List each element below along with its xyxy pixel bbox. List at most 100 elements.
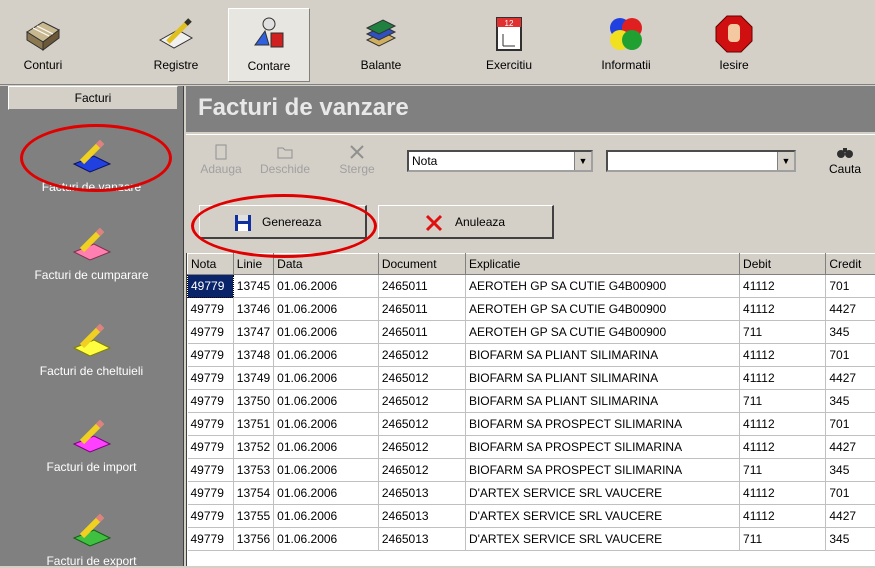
table-cell-credit[interactable]: 701 — [826, 344, 875, 367]
table-cell-document[interactable]: 2465011 — [378, 275, 465, 298]
table-row[interactable]: 497791375501.06.20062465013D'ARTEX SERVI… — [188, 505, 875, 528]
table-row[interactable]: 497791375401.06.20062465013D'ARTEX SERVI… — [188, 482, 875, 505]
toolbar-exercitiu[interactable]: 12 Exercitiu — [468, 8, 550, 80]
toolbar-balante[interactable]: Balante — [345, 8, 417, 80]
table-cell-document[interactable]: 2465012 — [378, 436, 465, 459]
column-header-data[interactable]: Data — [274, 254, 379, 275]
table-cell-nota[interactable]: 49779 — [188, 528, 234, 551]
table-cell-credit[interactable]: 701 — [826, 413, 875, 436]
table-cell-data[interactable]: 01.06.2006 — [274, 321, 379, 344]
table-row[interactable]: 497791375601.06.20062465013D'ARTEX SERVI… — [188, 528, 875, 551]
sidebar-item-facturi-cumparare[interactable]: Facturi de cumparare — [0, 222, 183, 282]
table-cell-nota[interactable]: 49779 — [188, 482, 234, 505]
search-button[interactable]: Cauta — [818, 138, 872, 176]
generate-button[interactable]: Genereaza — [199, 205, 367, 239]
table-cell-debit[interactable]: 41112 — [740, 482, 826, 505]
table-row[interactable]: 497791374501.06.20062465011AEROTEH GP SA… — [188, 275, 875, 298]
table-cell-nota[interactable]: 49779 — [188, 344, 234, 367]
table-cell-document[interactable]: 2465013 — [378, 528, 465, 551]
table-cell-nota[interactable]: 49779 — [188, 413, 234, 436]
table-cell-debit[interactable]: 711 — [740, 321, 826, 344]
table-cell-credit[interactable]: 701 — [826, 482, 875, 505]
cancel-button[interactable]: Anuleaza — [378, 205, 554, 239]
table-cell-explicatie[interactable]: BIOFARM SA PROSPECT SILIMARINA — [465, 413, 739, 436]
table-cell-linie[interactable]: 13749 — [233, 367, 273, 390]
table-cell-explicatie[interactable]: BIOFARM SA PROSPECT SILIMARINA — [465, 436, 739, 459]
sidebar-item-facturi-cheltuieli[interactable]: Facturi de cheltuieli — [0, 318, 183, 378]
table-cell-document[interactable]: 2465013 — [378, 482, 465, 505]
table-cell-linie[interactable]: 13745 — [233, 275, 273, 298]
open-button[interactable]: Deschide — [254, 138, 316, 176]
table-cell-explicatie[interactable]: BIOFARM SA PLIANT SILIMARINA — [465, 390, 739, 413]
column-header-linie[interactable]: Linie — [233, 254, 273, 275]
table-cell-credit[interactable]: 701 — [826, 275, 875, 298]
table-row[interactable]: 497791374901.06.20062465012BIOFARM SA PL… — [188, 367, 875, 390]
table-cell-debit[interactable]: 41112 — [740, 505, 826, 528]
chevron-down-icon[interactable]: ▼ — [574, 152, 591, 170]
table-cell-linie[interactable]: 13747 — [233, 321, 273, 344]
table-row[interactable]: 497791375101.06.20062465012BIOFARM SA PR… — [188, 413, 875, 436]
table-cell-credit[interactable]: 345 — [826, 528, 875, 551]
table-cell-data[interactable]: 01.06.2006 — [274, 344, 379, 367]
table-row[interactable]: 497791375201.06.20062465012BIOFARM SA PR… — [188, 436, 875, 459]
table-cell-data[interactable]: 01.06.2006 — [274, 482, 379, 505]
table-cell-linie[interactable]: 13748 — [233, 344, 273, 367]
toolbar-conturi[interactable]: Conturi — [8, 8, 78, 80]
table-cell-nota[interactable]: 49779 — [188, 505, 234, 528]
table-cell-document[interactable]: 2465011 — [378, 298, 465, 321]
table-cell-debit[interactable]: 41112 — [740, 275, 826, 298]
table-cell-explicatie[interactable]: D'ARTEX SERVICE SRL VAUCERE — [465, 528, 739, 551]
delete-button[interactable]: Sterge — [330, 138, 384, 176]
table-cell-linie[interactable]: 13751 — [233, 413, 273, 436]
table-cell-credit[interactable]: 4427 — [826, 367, 875, 390]
sidebar-item-facturi-vanzare[interactable]: Facturi de vanzare — [0, 134, 183, 194]
table-cell-nota[interactable]: 49779 — [188, 275, 234, 298]
table-cell-debit[interactable]: 711 — [740, 390, 826, 413]
table-cell-data[interactable]: 01.06.2006 — [274, 390, 379, 413]
sidebar-item-facturi-export[interactable]: Facturi de export — [0, 508, 183, 568]
table-cell-credit[interactable]: 4427 — [826, 505, 875, 528]
table-cell-document[interactable]: 2465011 — [378, 321, 465, 344]
table-cell-debit[interactable]: 41112 — [740, 413, 826, 436]
table-cell-document[interactable]: 2465012 — [378, 459, 465, 482]
table-cell-credit[interactable]: 345 — [826, 321, 875, 344]
table-cell-debit[interactable]: 41112 — [740, 298, 826, 321]
table-row[interactable]: 497791374701.06.20062465011AEROTEH GP SA… — [188, 321, 875, 344]
table-cell-explicatie[interactable]: BIOFARM SA PROSPECT SILIMARINA — [465, 459, 739, 482]
table-row[interactable]: 497791375301.06.20062465012BIOFARM SA PR… — [188, 459, 875, 482]
table-cell-data[interactable]: 01.06.2006 — [274, 505, 379, 528]
table-row[interactable]: 497791374801.06.20062465012BIOFARM SA PL… — [188, 344, 875, 367]
table-cell-nota[interactable]: 49779 — [188, 459, 234, 482]
table-cell-linie[interactable]: 13753 — [233, 459, 273, 482]
sidebar-item-facturi-import[interactable]: Facturi de import — [0, 414, 183, 474]
table-cell-linie[interactable]: 13752 — [233, 436, 273, 459]
column-header-nota[interactable]: Nota — [188, 254, 234, 275]
value-select[interactable]: ▼ — [606, 150, 796, 172]
table-cell-nota[interactable]: 49779 — [188, 298, 234, 321]
column-header-credit[interactable]: Credit — [826, 254, 875, 275]
toolbar-iesire[interactable]: Iesire — [704, 8, 764, 80]
table-cell-document[interactable]: 2465012 — [378, 344, 465, 367]
table-cell-explicatie[interactable]: BIOFARM SA PLIANT SILIMARINA — [465, 367, 739, 390]
table-cell-data[interactable]: 01.06.2006 — [274, 367, 379, 390]
table-cell-explicatie[interactable]: AEROTEH GP SA CUTIE G4B00900 — [465, 321, 739, 344]
table-cell-data[interactable]: 01.06.2006 — [274, 459, 379, 482]
table-cell-explicatie[interactable]: BIOFARM SA PLIANT SILIMARINA — [465, 344, 739, 367]
table-cell-data[interactable]: 01.06.2006 — [274, 528, 379, 551]
field-select[interactable]: Nota ▼ — [407, 150, 593, 172]
table-cell-document[interactable]: 2465012 — [378, 390, 465, 413]
table-cell-data[interactable]: 01.06.2006 — [274, 275, 379, 298]
column-header-debit[interactable]: Debit — [740, 254, 826, 275]
table-cell-debit[interactable]: 41112 — [740, 344, 826, 367]
table-row[interactable]: 497791375001.06.20062465012BIOFARM SA PL… — [188, 390, 875, 413]
table-cell-linie[interactable]: 13754 — [233, 482, 273, 505]
table-cell-debit[interactable]: 711 — [740, 528, 826, 551]
table-cell-credit[interactable]: 345 — [826, 390, 875, 413]
table-cell-nota[interactable]: 49779 — [188, 321, 234, 344]
table-cell-data[interactable]: 01.06.2006 — [274, 413, 379, 436]
table-cell-document[interactable]: 2465012 — [378, 367, 465, 390]
table-cell-nota[interactable]: 49779 — [188, 390, 234, 413]
table-cell-nota[interactable]: 49779 — [188, 436, 234, 459]
toolbar-informatii[interactable]: Informatii — [586, 8, 666, 80]
table-cell-credit[interactable]: 4427 — [826, 298, 875, 321]
